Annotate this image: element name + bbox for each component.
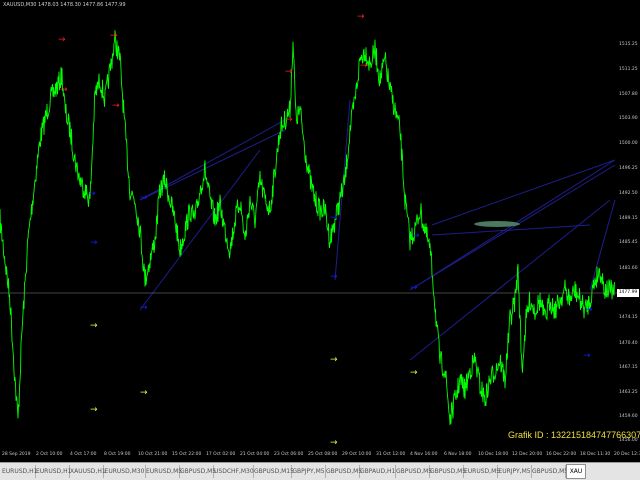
time-tick-label: 16 Dec 22:00: [546, 452, 577, 457]
time-tick-label: 25 Oct 08:00: [308, 452, 338, 457]
signal-arrow-icon: →: [140, 388, 148, 398]
time-tick-label: 2 Oct 10:00: [36, 452, 63, 457]
chart-tab[interactable]: GBPUSD,M5: [180, 465, 216, 478]
time-tick-label: 10 Oct 21:00: [138, 452, 168, 457]
current-price-tag: 1477.99: [617, 289, 639, 297]
time-tick-label: 15 Oct 22:00: [172, 452, 202, 457]
price-tick-label: 1503.90: [619, 116, 638, 121]
time-tick-label: 31 Oct 12:00: [376, 452, 406, 457]
signal-arrow-icon: →: [112, 101, 120, 111]
chart-tab[interactable]: GBPJPY,M5: [292, 465, 326, 478]
price-tick-label: 1496.25: [619, 166, 638, 171]
price-tick-label: 1507.80: [619, 92, 638, 97]
price-tick-label: 1474.15: [619, 315, 638, 320]
price-tick-label: 1489.15: [619, 216, 638, 221]
signal-arrow-icon: →: [585, 305, 593, 315]
signal-arrow-icon: →: [285, 115, 293, 125]
chart-tab[interactable]: EURUSD,M5: [464, 465, 500, 478]
time-tick-label: 23 Oct 06:00: [274, 452, 304, 457]
signal-arrow-icon: →: [88, 189, 96, 199]
time-tick-label: 17 Oct 02:00: [206, 452, 236, 457]
chart-tab[interactable]: EURUSD,M30: [104, 465, 146, 478]
signal-arrow-icon: →: [90, 405, 98, 415]
signal-arrow-icon: →: [357, 12, 365, 22]
price-chart[interactable]: → → → → → → → → → → → → → → → → → → → → → → → →: [0, 0, 640, 462]
symbol-info-label: XAUUSD,M30 1478.03 1478.30 1477.86 1477.…: [3, 2, 126, 8]
signal-arrow-icon: →: [410, 283, 418, 293]
time-tick-label: 29 Oct 10:00: [342, 452, 372, 457]
drawn-ellipse[interactable]: [474, 221, 520, 227]
chart-tab[interactable]: GBPAUD,H1: [360, 465, 396, 478]
price-tick-label: 1492.50: [619, 191, 638, 196]
signal-arrow-icon: →: [140, 303, 148, 313]
signal-arrow-icon: →: [330, 438, 338, 448]
chart-tab[interactable]: GBPUSD,M15: [254, 465, 294, 478]
chart-tab[interactable]: GBPUSD,M5: [326, 465, 362, 478]
time-tick-label: 10 Dec 18:00: [478, 452, 509, 457]
chart-tab-bar: EURUSD,H1 EURUSD,H1 XAUUSD,H1 EURUSD,M30 EUR…: [0, 462, 640, 480]
price-tick-label: 1470.40: [619, 341, 638, 346]
time-tick-label: 8 Oct 19:00: [104, 452, 131, 457]
chart-tab[interactable]: EURJPY,M5: [498, 465, 532, 478]
chart-tab[interactable]: EURUSD,M5: [146, 465, 182, 478]
time-tick-label: 18 Dec 11:30: [580, 452, 611, 457]
chart-tab[interactable]: GBPUSD,M5: [532, 465, 568, 478]
signal-arrow-icon: →: [412, 231, 420, 241]
signal-arrow-icon: →: [583, 351, 591, 361]
signal-arrow-icon: →: [140, 193, 148, 203]
signal-arrow-icon: →: [330, 355, 338, 365]
signal-arrow-icon: →: [110, 31, 118, 41]
price-tick-label: 1463.25: [619, 390, 638, 395]
price-tick-label: 1467.15: [619, 365, 638, 370]
signal-arrow-icon: →: [58, 35, 66, 45]
signal-arrow-icon: →: [330, 272, 338, 282]
chart-tab[interactable]: XAU: [566, 464, 586, 479]
price-tick-label: 1500.00: [619, 141, 638, 146]
chart-tab[interactable]: GBPUSD,M5: [430, 465, 466, 478]
signal-arrow-icon: →: [330, 213, 338, 223]
chart-tab[interactable]: GBPUSD,M5: [396, 465, 432, 478]
chart-tab[interactable]: XAUUSD,H1: [70, 465, 106, 478]
price-line: [0, 30, 615, 426]
price-tick-label: 1485.45: [619, 240, 638, 245]
chart-tab[interactable]: EURUSD,H1: [2, 465, 37, 478]
signal-arrow-icon: →: [410, 368, 418, 378]
signal-arrow-icon: →: [90, 238, 98, 248]
price-tick-label: 1459.60: [619, 414, 638, 419]
chart-tab[interactable]: USDCHF,M30: [214, 465, 254, 478]
signal-arrow-icon: →: [285, 67, 293, 77]
chart-tab[interactable]: EURUSD,H1: [36, 465, 71, 478]
time-tick-label: 6 Nov 18:00: [444, 452, 472, 457]
time-tick-label: 4 Oct 17:00: [70, 452, 97, 457]
price-tick-label: 1511.25: [619, 67, 638, 72]
time-tick-label: 12 Dec 20:00: [512, 452, 543, 457]
trend-line[interactable]: [409, 164, 616, 291]
signal-arrow-icon: →: [90, 321, 98, 331]
price-tick-label: 1481.60: [619, 266, 638, 271]
time-tick-label: 28 Sep 2019: [2, 452, 31, 457]
trend-line[interactable]: [431, 159, 616, 226]
time-tick-label: 4 Nov 16:00: [410, 452, 438, 457]
chart-window[interactable]: → → → → → → → → → → → → → → → → → → → → → → → → XAUUSD,M30 1478…: [0, 0, 640, 462]
signal-arrow-icon: →: [60, 85, 68, 95]
trend-line[interactable]: [139, 149, 261, 311]
price-tick-label: 1515.25: [619, 42, 638, 47]
grafik-id-label: Grafik ID : 132215184747766307: [508, 430, 640, 440]
signal-arrow-icon: →: [360, 61, 368, 71]
time-tick-label: 20 Dec 12:30: [614, 452, 640, 457]
time-tick-label: 21 Oct 04:00: [240, 452, 270, 457]
